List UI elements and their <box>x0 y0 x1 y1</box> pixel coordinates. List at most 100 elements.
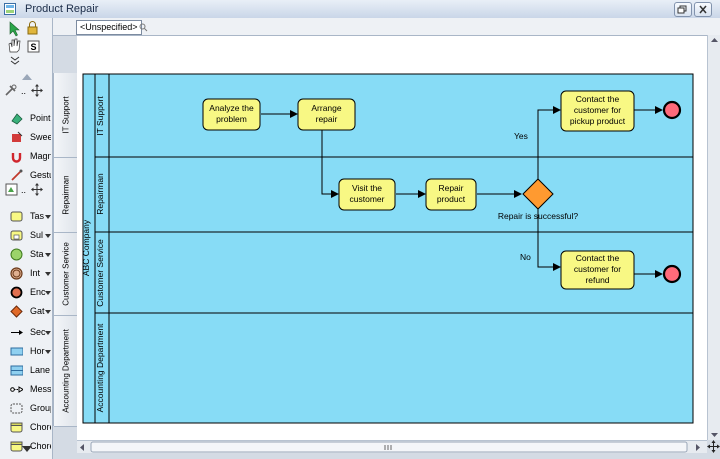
palette-item-label: Tas <box>30 211 45 221</box>
dropdown-arrow-icon[interactable] <box>45 272 51 276</box>
move-icon-2[interactable] <box>31 183 43 196</box>
dropdown-arrow-icon[interactable] <box>45 253 51 257</box>
horizontal-scroll-thumb[interactable] <box>90 441 688 453</box>
svg-text:refund: refund <box>585 275 609 285</box>
choreography-icon <box>10 422 23 433</box>
end-event-refund[interactable] <box>662 264 682 284</box>
dropdown-arrow-icon[interactable] <box>45 291 51 295</box>
palette-item-group[interactable]: Group <box>3 400 51 417</box>
task-arrange-repair[interactable]: Arrange repair <box>297 98 356 131</box>
palette-tool-row-1: .. <box>4 83 48 98</box>
gateway-label: Repair is successful? <box>498 211 579 221</box>
palette-item-sweeper[interactable]: Swee <box>3 129 51 146</box>
svg-text:problem: problem <box>216 114 247 124</box>
dropdown-arrow-icon[interactable] <box>45 310 51 314</box>
palette-item-start-event[interactable]: Sta <box>3 246 51 263</box>
palette-item-label: Group <box>30 403 51 413</box>
close-button[interactable] <box>694 2 712 17</box>
palette-item-subprocess[interactable]: Sul <box>3 227 51 244</box>
dropdown-arrow-icon[interactable] <box>45 234 51 238</box>
lane-header-accounting[interactable]: Accounting Department <box>54 316 77 427</box>
palette-item-label: Swee <box>30 132 51 142</box>
lane-header-customer-service[interactable]: Customer Service <box>54 233 77 316</box>
scroll-up-icon[interactable] <box>21 73 33 81</box>
task-repair-product[interactable]: Repair product <box>425 178 477 211</box>
palette-item-label: Sta <box>30 249 44 259</box>
palette-item-label: Hor <box>30 346 45 356</box>
svg-text:customer for: customer for <box>574 105 621 115</box>
palette-item-sequence-flow[interactable]: Sec <box>3 324 51 341</box>
scroll-left-arrow-icon[interactable] <box>80 444 84 451</box>
svg-text:pickup product: pickup product <box>570 116 626 126</box>
dropdown-arrow-icon[interactable] <box>45 215 51 219</box>
palette-item-task[interactable]: Tas <box>3 208 51 225</box>
start-event-icon <box>10 248 23 261</box>
lane-header-it-support[interactable]: IT Support <box>54 73 77 158</box>
dropdown-arrow-icon[interactable] <box>45 331 51 335</box>
palette-item-label: Point <box>30 113 51 123</box>
palette-item-pointer[interactable]: Point <box>3 110 51 127</box>
palette-item-end-event[interactable]: Enc <box>3 284 51 301</box>
tools-icon[interactable] <box>5 84 17 96</box>
dropdown-arrow-icon[interactable] <box>45 350 51 354</box>
palette-item-label: Lane <box>30 365 51 375</box>
gateway-icon <box>10 305 23 318</box>
gesture-icon <box>11 169 23 181</box>
svg-text:Repair: Repair <box>438 183 463 193</box>
window-title: Product Repair <box>25 3 99 15</box>
lane-header-strip: IT Support Repairman Customer Service Ac… <box>53 73 78 427</box>
bpmn-diagram: ABC Company IT Support Repairman Custome… <box>81 73 694 424</box>
palette-item-lane[interactable]: Lane <box>3 362 51 379</box>
restore-button[interactable] <box>674 2 692 17</box>
task-visit-customer[interactable]: Visit the customer <box>338 178 396 211</box>
task-contact-refund[interactable]: Contact the customer for refund <box>560 250 635 290</box>
search-icon[interactable] <box>139 23 148 32</box>
svg-text:product: product <box>437 194 466 204</box>
scroll-down-arrow-icon[interactable] <box>711 433 718 437</box>
lane-header-repairman[interactable]: Repairman <box>54 158 77 233</box>
svg-text:customer: customer <box>350 194 385 204</box>
palette-item-label: Enc <box>30 287 46 297</box>
expand-more-icon[interactable] <box>10 56 20 66</box>
more-dots-icon: .. <box>21 86 26 96</box>
horizontal-pool-icon <box>10 347 23 356</box>
lane-label-accounting: Accounting Department <box>95 323 105 412</box>
snap-icon[interactable]: S <box>27 40 40 53</box>
horizontal-scrollbar[interactable] <box>77 440 707 454</box>
diagram-canvas[interactable]: ABC Company IT Support Repairman Custome… <box>77 35 707 440</box>
palette-item-message-flow[interactable]: Messi <box>3 381 51 398</box>
svg-text:S: S <box>31 42 37 52</box>
task-analyze-problem[interactable]: Analyze the problem <box>202 98 261 131</box>
scroll-down-icon[interactable] <box>21 445 33 453</box>
lane-icon <box>10 365 23 376</box>
palette-item-magnet[interactable]: Magn <box>3 148 51 165</box>
sweeper-icon <box>12 131 23 142</box>
palette-tool-row-2: .. <box>4 182 48 197</box>
subprocess-icon <box>10 230 23 241</box>
palette-item-label: Gestu <box>30 170 51 180</box>
pointer-icon <box>11 113 23 125</box>
move-icon[interactable] <box>31 84 43 97</box>
pan-icon[interactable] <box>707 440 720 453</box>
palette-item-horizontal-pool[interactable]: Hor <box>3 343 51 360</box>
palette-item-gateway[interactable]: Gat <box>3 303 51 320</box>
vertical-scrollbar[interactable] <box>707 35 720 440</box>
end-event-pickup[interactable] <box>662 100 682 120</box>
palette-item-label: Sec <box>30 327 46 337</box>
intermediate-event-icon <box>10 267 23 280</box>
palette-item-gesture[interactable]: Gestu <box>3 167 51 184</box>
hand-icon[interactable] <box>8 38 21 53</box>
palette-item-choreography[interactable]: Chore <box>3 419 51 436</box>
diagram-palette: S .. .. Point Swee Magn Gestu Tas Sul Sta Int En… <box>0 18 53 459</box>
select-arrow-icon[interactable] <box>9 21 20 37</box>
task-contact-pickup[interactable]: Contact the customer for pickup product <box>560 90 635 132</box>
lock-icon[interactable] <box>27 21 38 35</box>
pool-label: ABC Company <box>81 219 91 276</box>
flow-label-no: No <box>520 252 531 262</box>
scroll-up-arrow-icon[interactable] <box>711 38 718 42</box>
scroll-right-arrow-icon[interactable] <box>696 444 700 451</box>
palette-item-intermediate-event[interactable]: Int <box>3 265 51 282</box>
format-icon[interactable] <box>5 183 18 196</box>
breadcrumb[interactable]: <Unspecified> <box>76 20 142 35</box>
palette-tools-top: S <box>4 20 48 57</box>
